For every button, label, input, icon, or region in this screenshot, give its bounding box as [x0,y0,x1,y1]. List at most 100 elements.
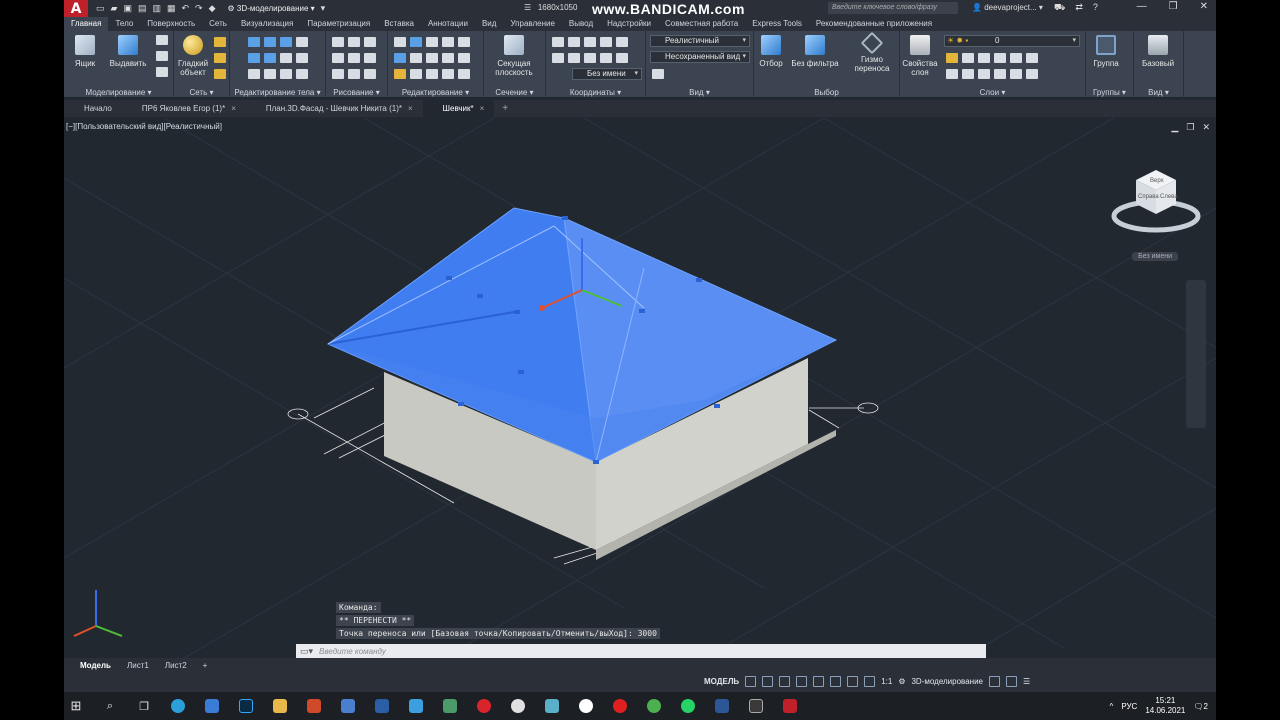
clock[interactable]: 15:21 14.06.2021 [1145,696,1185,716]
smooth-object-button[interactable]: Гладкий объект [176,35,210,77]
workspace-button[interactable]: 3D-моделирование [911,677,983,686]
layer-tool-icon[interactable] [1010,53,1022,63]
chamfer-edge-icon[interactable] [264,69,276,79]
app-icon[interactable] [540,692,564,720]
snap-icon[interactable] [762,676,774,687]
ribbon-tab[interactable]: Главная [64,17,109,31]
layer-tool-icon[interactable] [946,53,958,63]
layer-tool-icon[interactable] [978,69,990,79]
scale-button[interactable]: 1:1 [881,677,892,686]
rotate-icon[interactable] [394,53,406,63]
mesh-tool-icon[interactable] [214,37,226,47]
layer-tool-icon[interactable] [1026,69,1038,79]
fullscreen-icon[interactable] [1005,676,1017,687]
help-icon[interactable]: ? [1093,2,1098,14]
save-icon[interactable]: ▣ [123,3,132,14]
imprint-icon[interactable] [264,53,276,63]
ucs-icon[interactable] [552,37,564,47]
search-icon[interactable]: ⌕ [98,692,122,720]
circle-icon[interactable] [364,53,376,63]
layer-tool-icon[interactable] [946,69,958,79]
ribbon-tab[interactable]: Визуализация [234,17,300,31]
minimize-icon[interactable]: — [1137,1,1147,12]
move-gizmo-button[interactable]: Гизмо переноса [848,31,896,73]
move-icon[interactable] [394,37,406,47]
start-icon[interactable]: ⊞ [64,692,88,720]
mesh-tool-icon[interactable] [214,69,226,79]
close-tab-icon[interactable]: × [408,104,413,113]
restore-viewport-icon[interactable]: ❐ [1186,122,1194,133]
object-snap-icon[interactable] [830,676,842,687]
workspace-select[interactable]: ⚙ 3D-моделирование ▾ [228,4,315,13]
web-icon[interactable]: ▥ [152,3,161,14]
panel-title-groups[interactable]: Группы ▾ [1086,88,1133,97]
layer-tool-icon[interactable] [1010,69,1022,79]
layer-combo[interactable]: ☀ ✹ ▪ 0 ▾ [944,35,1080,47]
saved-view-combo[interactable]: Несохраненный вид ▾ [650,51,750,63]
panel-title-view[interactable]: Вид ▾ [646,88,753,97]
layer-tool-icon[interactable] [1026,53,1038,63]
extract-edges-icon[interactable] [248,53,260,63]
panel-title-modeling[interactable]: Моделирование ▾ [64,88,173,97]
panel-title-mesh[interactable]: Сеть ▾ [174,88,229,97]
notifications-icon[interactable]: 🗨2 [1193,702,1208,711]
command-line[interactable]: ▭▾ Введите команду [296,644,986,658]
close-icon[interactable]: ✕ [1200,1,1208,12]
layer-tool-icon[interactable] [978,53,990,63]
scale-icon[interactable] [442,53,454,63]
mesh-tool-icon[interactable] [214,53,226,63]
solid-tool-icon[interactable] [156,51,168,61]
ucs-z-icon[interactable] [616,37,628,47]
ucs-y-icon[interactable] [584,53,596,63]
model-space-button[interactable]: МОДЕЛЬ [704,677,739,686]
ellipse-icon[interactable] [364,69,376,79]
app-icon[interactable] [744,692,768,720]
undo-icon[interactable]: ↶ [182,3,190,14]
layout-tab[interactable]: Модель [72,660,119,671]
plot-icon[interactable]: ▦ [167,3,176,14]
ribbon-tab[interactable]: Express Tools [745,17,809,31]
visual-style-combo[interactable]: Реалистичный ▾ [650,35,750,47]
panel-title-view-base[interactable]: Вид ▾ [1134,88,1183,97]
redo-icon[interactable]: ↷ [195,3,203,14]
layer-tool-icon[interactable] [962,53,974,63]
close-tab-icon[interactable]: × [231,104,236,113]
layer-tool-icon[interactable] [962,69,974,79]
layout-tab[interactable]: Лист1 [119,660,157,671]
solid-tool-icon[interactable] [156,35,168,45]
new-tab-icon[interactable]: + [494,103,516,114]
3d-move-icon[interactable] [410,37,422,47]
app-icon[interactable] [370,692,394,720]
arc-icon[interactable] [364,37,376,47]
offset-icon[interactable] [458,53,470,63]
erase-icon[interactable] [394,69,406,79]
copy-icon[interactable] [426,37,438,47]
ucs-view-icon[interactable] [600,37,612,47]
ribbon-tab[interactable]: Надстройки [600,17,658,31]
app-icon[interactable] [438,692,462,720]
ribbon-tab[interactable]: Поверхность [140,17,202,31]
helix-icon[interactable] [348,53,360,63]
save-as-icon[interactable]: ▤ [138,3,147,14]
region-icon[interactable] [332,69,344,79]
ribbon-tab[interactable]: Аннотации [421,17,475,31]
autocad-logo-icon[interactable]: A [64,0,88,17]
file-tab[interactable]: Начало [64,100,122,117]
ucs-origin-icon[interactable] [584,37,596,47]
layer-tool-icon[interactable] [994,53,1006,63]
annotation-icon[interactable] [864,676,876,687]
polyline-icon[interactable] [332,37,344,47]
file-tab[interactable]: Шевчик* × [422,100,495,117]
section-plane-button[interactable]: Секущая плоскость [492,35,536,77]
print-icon[interactable]: ▾ [321,3,326,14]
close-viewport-icon[interactable]: ✕ [1202,122,1210,133]
ucs-world-icon[interactable] [568,37,580,47]
ucs-x-icon[interactable] [568,53,580,63]
ribbon-tab[interactable]: Параметризация [300,17,377,31]
ucs-combo[interactable]: Без имени ▾ [572,68,642,80]
panel-title-modify[interactable]: Редактирование ▾ [388,88,483,97]
record-icon[interactable] [608,692,632,720]
union-icon[interactable] [248,37,260,47]
file-explorer-icon[interactable] [268,692,292,720]
app-icon[interactable] [642,692,666,720]
